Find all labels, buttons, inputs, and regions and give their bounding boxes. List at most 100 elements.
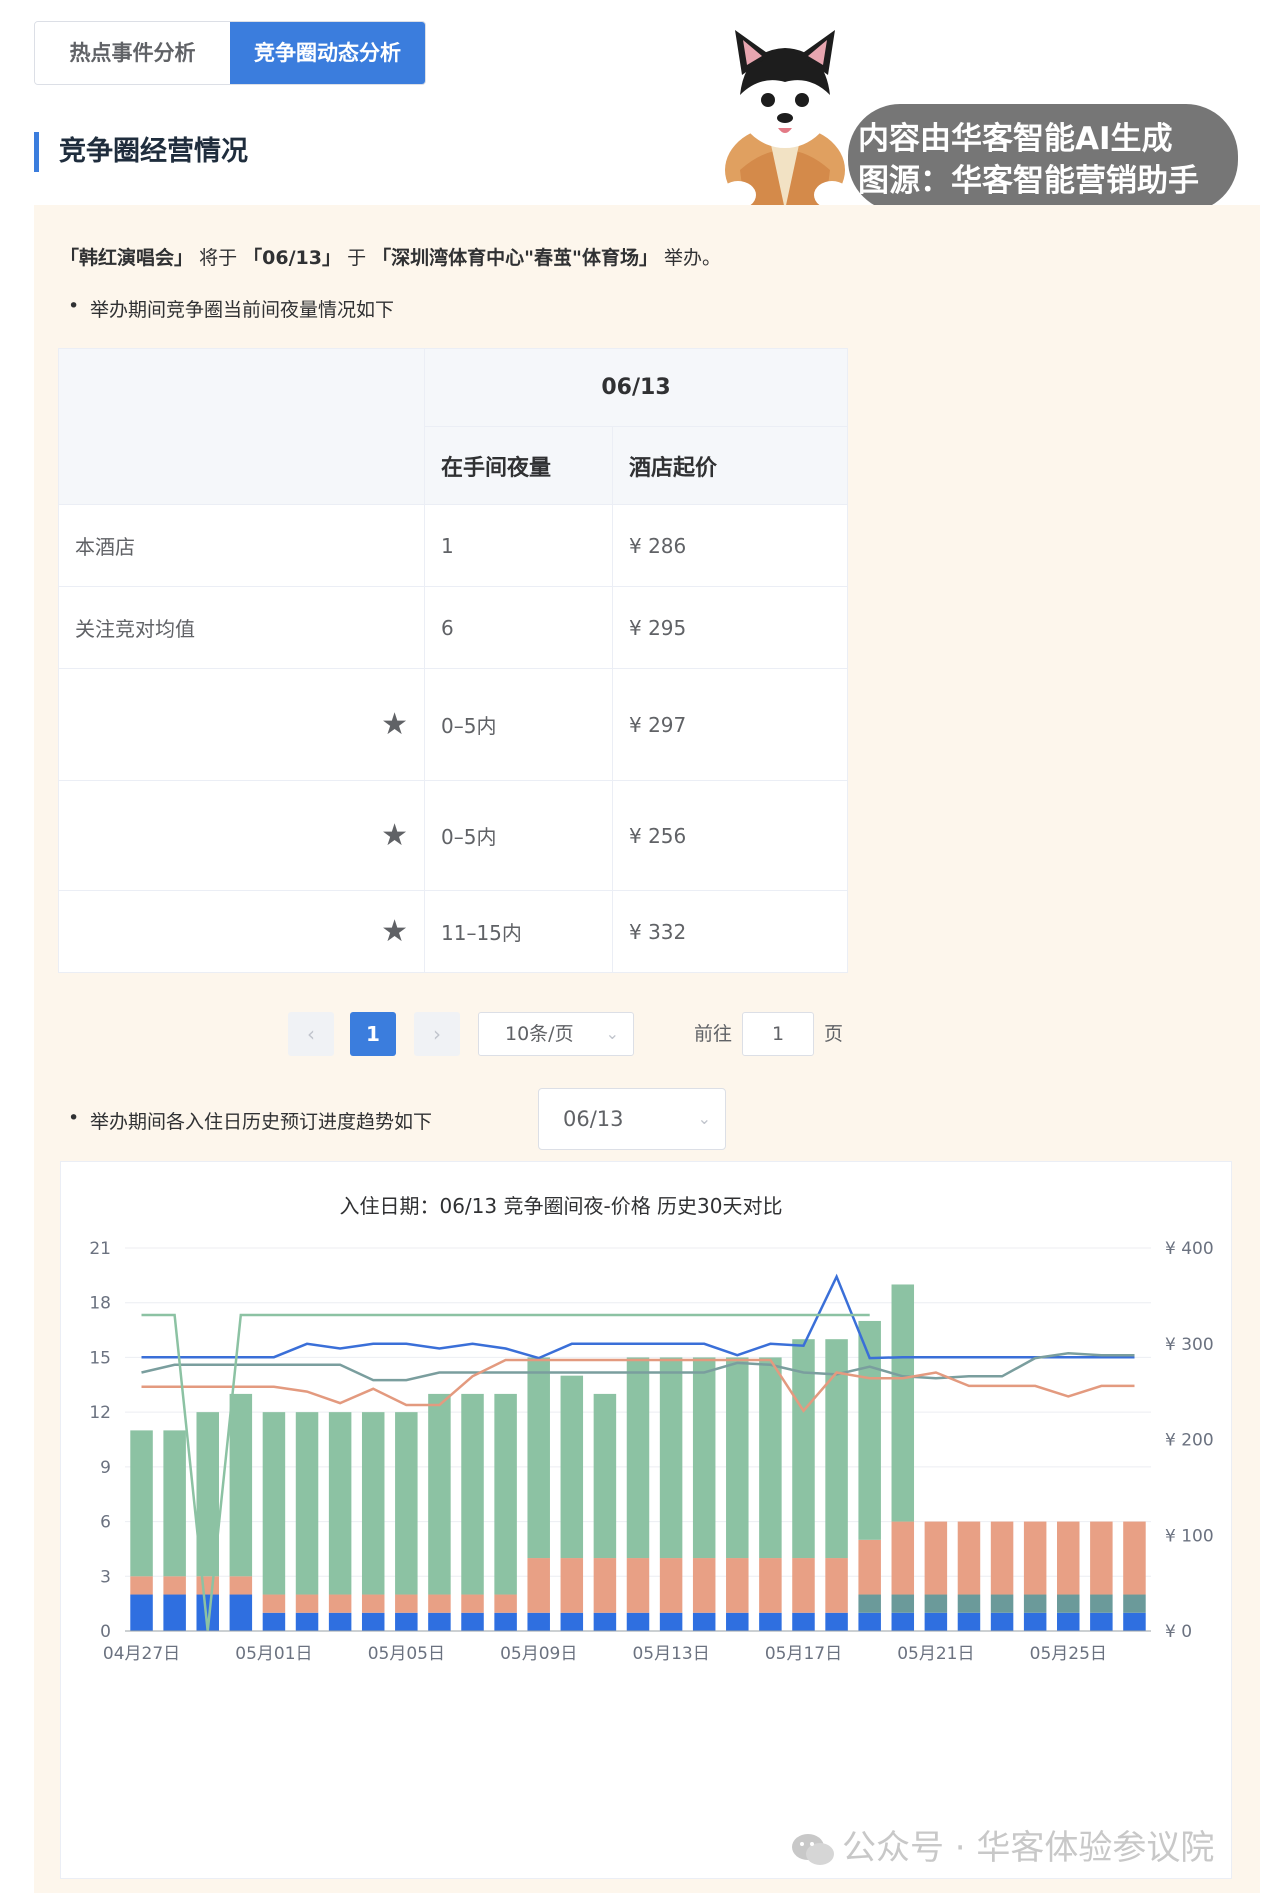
checkin-date-select[interactable]: 06/13 ⌄: [538, 1088, 726, 1150]
bar-segment: [593, 1612, 617, 1631]
bar-segment: [1090, 1521, 1113, 1595]
table-row: ★ 11–15内 ¥ 332: [58, 890, 848, 973]
x-tick-label: 05月13日: [632, 1644, 709, 1664]
bar-segment: [759, 1612, 782, 1631]
bar-segment: [328, 1612, 352, 1631]
x-tick-label: 05月17日: [765, 1644, 842, 1664]
bar-segment: [395, 1594, 418, 1613]
bar-segment: [560, 1375, 584, 1559]
y-left-tick-label: 12: [89, 1403, 111, 1423]
bar-segment: [1023, 1594, 1047, 1613]
bar-segment: [924, 1594, 948, 1613]
bar-segment: [527, 1558, 550, 1613]
bar-segment: [957, 1594, 981, 1613]
bar-segment: [163, 1430, 186, 1577]
bar-segment: [494, 1393, 517, 1595]
bar-segment: [858, 1612, 881, 1631]
row-price: ¥ 256: [612, 780, 848, 891]
bar-segment: [593, 1558, 617, 1613]
y-left-tick-label: 9: [100, 1458, 111, 1478]
y-left-tick-label: 0: [100, 1622, 111, 1642]
bar-segment: [130, 1594, 153, 1631]
x-tick-label: 05月21日: [897, 1644, 974, 1664]
bar-segment: [1090, 1612, 1113, 1631]
tab-hot-events[interactable]: 热点事件分析: [35, 22, 230, 84]
row-nights: 0–5内: [424, 668, 613, 781]
bar-segment: [626, 1612, 650, 1631]
bar-segment: [494, 1594, 517, 1613]
bar-segment: [990, 1612, 1014, 1631]
bar-segment: [990, 1594, 1014, 1613]
bar-segment: [891, 1284, 915, 1522]
bar-segment: [494, 1612, 517, 1631]
table-row: 本酒店 1 ¥ 286: [58, 504, 848, 587]
bar-segment: [858, 1594, 881, 1613]
bar-segment: [527, 1357, 550, 1559]
bar-segment: [759, 1357, 782, 1559]
page-size-value: 10条/页: [505, 1023, 574, 1045]
chart-canvas: 0 3 6 9 12 15 18 21 ¥ 0 ¥ 100 ¥ 200 ¥ 300 ¥ 400 04月27…: [89, 1239, 1214, 1664]
row-nights: 0–5内: [424, 780, 613, 891]
prev-page-button[interactable]: ‹: [288, 1012, 334, 1056]
page-1-button[interactable]: 1: [350, 1012, 396, 1056]
bar-segment: [428, 1594, 451, 1613]
y-right-tick-label: ¥ 200: [1165, 1431, 1214, 1451]
bar-segment: [328, 1412, 352, 1595]
bar-segment: [395, 1612, 418, 1631]
bar-segment: [659, 1357, 683, 1559]
bar-segment: [1023, 1612, 1047, 1631]
tab-bar: 热点事件分析 竞争圈动态分析: [34, 21, 426, 85]
bar-segment: [560, 1612, 584, 1631]
tab-competition-dynamics[interactable]: 竞争圈动态分析: [230, 22, 425, 84]
bar-segment: [163, 1594, 186, 1631]
bar-segment: [361, 1612, 385, 1631]
bar-segment: [461, 1594, 484, 1613]
goto-page-input[interactable]: 1: [742, 1012, 814, 1056]
bar-segment: [461, 1612, 484, 1631]
row-nights: 1: [424, 504, 613, 587]
bar-segment: [229, 1576, 253, 1595]
bar-segment: [792, 1558, 815, 1613]
bar-segment: [428, 1393, 451, 1595]
wechat-icon: [792, 1833, 834, 1865]
bar-segment: [858, 1320, 881, 1540]
bar-segment: [825, 1612, 848, 1631]
bar-segment: [1057, 1521, 1080, 1595]
y-right-tick-label: ¥ 0: [1165, 1622, 1192, 1642]
pagination: ‹ 1 › 10条/页 ⌄ 前往 1 页: [34, 1012, 1260, 1056]
row-price: ¥ 297: [612, 668, 848, 781]
bar-segment: [1123, 1594, 1146, 1613]
event-venue: 深圳湾体育中心"春茧"体育场: [391, 247, 639, 269]
bullet-booking-trend: 举办期间各入住日历史预订进度趋势如下: [68, 1107, 432, 1134]
bar-segment: [891, 1521, 915, 1595]
star-icon: ★: [58, 780, 425, 891]
y-left-tick-label: 21: [89, 1239, 111, 1259]
row-price: ¥ 286: [612, 504, 848, 587]
page-size-select[interactable]: 10条/页 ⌄: [478, 1012, 634, 1056]
bar-segment: [295, 1412, 319, 1595]
next-page-button[interactable]: ›: [414, 1012, 460, 1056]
col-header-nights: 在手间夜量: [424, 426, 613, 505]
y-right-tick-label: ¥ 100: [1165, 1526, 1214, 1546]
bar-segment: [262, 1612, 286, 1631]
bar-segment: [295, 1594, 319, 1613]
bar-segment: [726, 1558, 749, 1613]
bar-segment: [130, 1576, 153, 1595]
x-tick-label: 05月09日: [500, 1644, 577, 1664]
goto-suffix: 页: [824, 1023, 844, 1045]
event-name: 韩红演唱会: [79, 247, 175, 269]
row-price: ¥ 295: [612, 586, 848, 669]
star-icon: ★: [58, 668, 425, 781]
booking-trend-chart: 入住日期：06/13 竞争圈间夜-价格 历史30天对比 0 3 6 9 12 15 18 21…: [60, 1161, 1232, 1879]
bar-segment: [924, 1521, 948, 1595]
row-nights: 6: [424, 586, 613, 669]
row-label: 关注竞对均值: [58, 586, 425, 669]
bar-segment: [990, 1521, 1014, 1595]
bar-segment: [858, 1539, 881, 1595]
y-right-tick-label: ¥ 400: [1165, 1239, 1214, 1259]
bar-segment: [262, 1594, 286, 1613]
bar-segment: [759, 1558, 782, 1613]
bar-segment: [626, 1357, 650, 1559]
y-left-tick-label: 6: [100, 1513, 111, 1533]
section-title: 竞争圈经营情况: [34, 132, 248, 172]
